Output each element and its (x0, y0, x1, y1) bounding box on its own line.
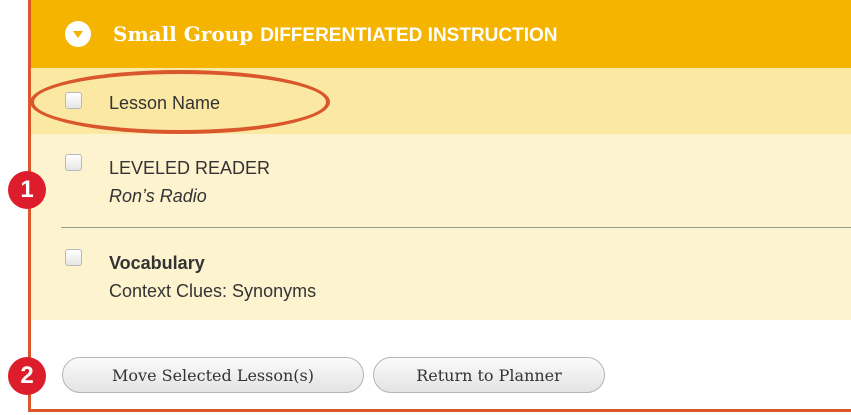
callout-badge-2: 2 (8, 357, 46, 395)
lesson-checkbox[interactable] (65, 154, 82, 171)
lesson-title: LEVELED READER (109, 158, 271, 178)
move-selected-lessons-button[interactable]: Move Selected Lesson(s) (62, 357, 364, 393)
collapse-toggle-icon[interactable] (65, 21, 91, 47)
lesson-subtitle: Ron’s Radio (109, 186, 207, 206)
section-title: Small Group DIFFERENTIATED INSTRUCTION (113, 22, 558, 47)
highlight-oval (30, 70, 330, 134)
section-header[interactable]: Small Group DIFFERENTIATED INSTRUCTION (31, 0, 851, 68)
callout-badge-1: 1 (8, 171, 46, 209)
row-divider (61, 227, 851, 228)
lesson-title: Vocabulary (109, 253, 205, 273)
lesson-checkbox[interactable] (65, 249, 82, 266)
return-to-planner-button[interactable]: Return to Planner (373, 357, 605, 393)
section-title-caps: DIFFERENTIATED INSTRUCTION (260, 24, 558, 46)
lesson-subtitle: Context Clues: Synonyms (109, 281, 317, 301)
section-title-lead: Small Group (113, 21, 254, 46)
